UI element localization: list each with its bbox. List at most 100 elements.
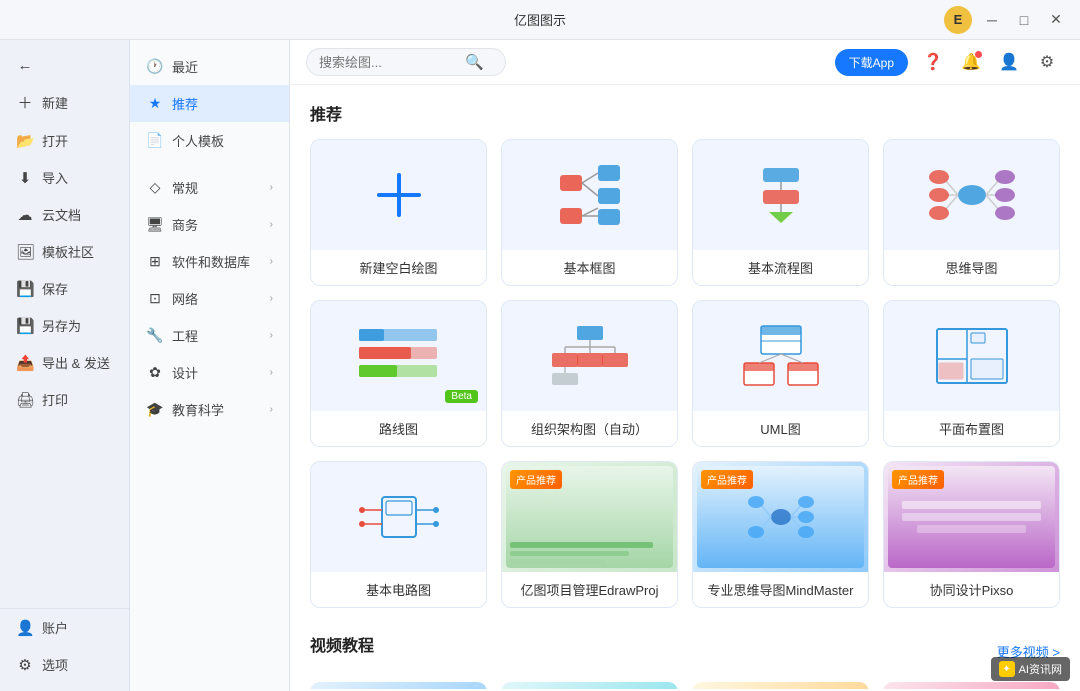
watermark-text: AI资讯网 — [1019, 661, 1062, 677]
nav-item-recent[interactable]: 🕐 最近 — [130, 48, 289, 85]
settings-icon[interactable]: ⚙ — [1034, 49, 1060, 75]
uml-icon — [736, 321, 826, 391]
search-input[interactable] — [319, 55, 459, 70]
sidebar-item-save[interactable]: 💾 保存 — [0, 270, 129, 307]
star-icon: ★ — [146, 95, 164, 112]
video-card-1[interactable] — [310, 682, 487, 689]
sidebar-item-template[interactable]: 🖼 模板社区 — [0, 233, 129, 270]
template-card-uml[interactable]: UML图 — [692, 300, 869, 447]
template-label-org-auto: 组织架构图（自动） — [502, 411, 677, 446]
nav-item-personal[interactable]: 📄 个人模板 — [130, 122, 289, 159]
title-bar-controls: E ─ □ ✕ — [944, 6, 1068, 34]
product-tag-edrawproj: 产品推荐 — [510, 470, 562, 489]
account-icon: 👤 — [16, 619, 34, 637]
template-label-basic-frame: 基本框图 — [502, 250, 677, 285]
template-card-layout[interactable]: 平面布置图 — [883, 300, 1060, 447]
sidebar-open-label: 打开 — [42, 131, 68, 150]
watermark-icon: ✦ — [999, 661, 1015, 677]
content-scroll: 推荐 新建空白绘图 — [290, 85, 1080, 689]
help-icon[interactable]: ❓ — [920, 49, 946, 75]
sidebar-save-label: 保存 — [42, 279, 68, 298]
nav-recommend-label: 推荐 — [172, 94, 198, 113]
nav-panel: 🕐 最近 ★ 推荐 📄 个人模板 ◇ 常规 › 🖥 商务 › ⊞ 软件和数据库 … — [130, 40, 290, 691]
sidebar-item-print[interactable]: 🖨 打印 — [0, 381, 129, 418]
sidebar-item-open[interactable]: 📂 打开 — [0, 122, 129, 159]
sidebar-item-export[interactable]: 📤 导出 & 发送 — [0, 344, 129, 381]
template-label-basic-flow: 基本流程图 — [693, 250, 868, 285]
template-preview-uml — [693, 301, 868, 411]
nav-education-label: 教育科学 — [172, 400, 224, 419]
nav-business-label: 商务 — [172, 215, 198, 234]
template-card-edrawproj[interactable]: 产品推荐 亿图项目管理EdrawProj — [501, 461, 678, 608]
sidebar-cloud-label: 云文档 — [42, 205, 81, 224]
template-preview-basic-flow — [693, 140, 868, 250]
nav-general-label: 常规 — [172, 178, 198, 197]
nav-item-general[interactable]: ◇ 常规 › — [130, 169, 289, 206]
template-card-mindmap[interactable]: 思维导图 — [883, 139, 1060, 286]
user-icon[interactable]: 👤 — [996, 49, 1022, 75]
content-area: 🔍 下载App ❓ 🔔 👤 ⚙ — [290, 40, 1080, 691]
app-title: 亿图图示 — [514, 10, 566, 29]
template-card-basic-frame[interactable]: 基本框图 — [501, 139, 678, 286]
minimize-button[interactable]: ─ — [980, 8, 1004, 32]
export-icon: 📤 — [16, 354, 34, 372]
template-preview-pixso: 产品推荐 — [884, 462, 1059, 572]
template-label-new-blank: 新建空白绘图 — [311, 250, 486, 285]
template-card-circuit[interactable]: 基本电路图 — [310, 461, 487, 608]
cloud-icon: ☁ — [16, 206, 34, 224]
user-avatar[interactable]: E — [944, 6, 972, 34]
sidebar-item-new[interactable]: ＋ 新建 — [0, 83, 129, 122]
video-section-header: 视频教程 更多视频 > — [310, 632, 1060, 670]
nav-item-network[interactable]: ⊡ 网络 › — [130, 280, 289, 317]
sidebar-item-back[interactable]: ← — [0, 48, 129, 83]
template-preview-layout — [884, 301, 1059, 411]
template-card-mindmaster[interactable]: 产品推荐 — [692, 461, 869, 608]
sidebar-item-account[interactable]: 👤 账户 — [0, 609, 129, 646]
template-card-route[interactable]: Beta 路线图 — [310, 300, 487, 447]
nav-engineering-label: 工程 — [172, 326, 198, 345]
video-card-4[interactable] — [883, 682, 1060, 689]
template-card-org-auto[interactable]: 组织架构图（自动） — [501, 300, 678, 447]
sidebar-item-saveas[interactable]: 💾 另存为 — [0, 307, 129, 344]
maximize-button[interactable]: □ — [1012, 8, 1036, 32]
close-button[interactable]: ✕ — [1044, 8, 1068, 32]
nav-item-business[interactable]: 🖥 商务 › — [130, 206, 289, 243]
template-label-route: 路线图 — [311, 411, 486, 446]
template-card-basic-flow[interactable]: 基本流程图 — [692, 139, 869, 286]
video-section-title: 视频教程 — [310, 632, 374, 656]
sidebar-print-label: 打印 — [42, 390, 68, 409]
saveas-icon: 💾 — [16, 317, 34, 335]
route-icon — [354, 321, 444, 391]
search-box[interactable]: 🔍 — [306, 48, 506, 76]
video-card-2[interactable] — [501, 682, 678, 689]
general-icon: ◇ — [146, 179, 164, 196]
floorplan-icon — [927, 321, 1017, 391]
recent-icon: 🕐 — [146, 58, 164, 75]
gear-icon: ⚙ — [1040, 52, 1054, 72]
sidebar-saveas-label: 另存为 — [42, 316, 81, 335]
template-grid: 新建空白绘图 — [310, 139, 1060, 608]
product-tag-pixso: 产品推荐 — [892, 470, 944, 489]
template-card-pixso[interactable]: 产品推荐 协同设计Pixso — [883, 461, 1060, 608]
download-app-button[interactable]: 下载App — [835, 49, 908, 76]
nav-item-design[interactable]: ✿ 设计 › — [130, 354, 289, 391]
nav-item-education[interactable]: 🎓 教育科学 › — [130, 391, 289, 428]
nav-item-recommend[interactable]: ★ 推荐 — [130, 85, 289, 122]
nav-item-engineering[interactable]: 🔧 工程 › — [130, 317, 289, 354]
template-label-mindmap: 思维导图 — [884, 250, 1059, 285]
video-card-3[interactable] — [692, 682, 869, 689]
nav-item-software[interactable]: ⊞ 软件和数据库 › — [130, 243, 289, 280]
import-icon: ⬇ — [16, 169, 34, 187]
template-preview-basic-frame — [502, 140, 677, 250]
template-card-new-blank[interactable]: 新建空白绘图 — [310, 139, 487, 286]
network-icon: ⊡ — [146, 290, 164, 307]
plus-icon — [369, 165, 429, 225]
sidebar-item-cloud[interactable]: ☁ 云文档 — [0, 196, 129, 233]
notification-icon[interactable]: 🔔 — [958, 49, 984, 75]
person-icon: 👤 — [999, 52, 1019, 72]
search-icon: 🔍 — [465, 53, 484, 71]
engineering-icon: 🔧 — [146, 327, 164, 344]
sidebar-item-options[interactable]: ⚙ 选项 — [0, 646, 129, 683]
main-layout: ← ＋ 新建 📂 打开 ⬇ 导入 ☁ 云文档 🖼 模板社区 💾 保存 💾 另存为 — [0, 40, 1080, 691]
sidebar-item-import[interactable]: ⬇ 导入 — [0, 159, 129, 196]
